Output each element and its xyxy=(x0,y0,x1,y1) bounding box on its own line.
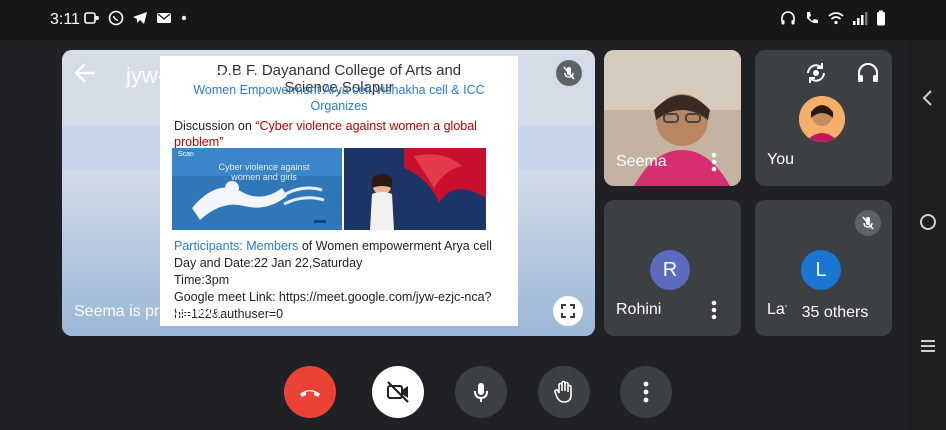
gmail-icon xyxy=(156,10,172,30)
signal-icon xyxy=(852,10,868,30)
slide-participants-line: Participants: Members of Women empowerme… xyxy=(174,238,510,255)
slide-image-brand: Scan xyxy=(178,151,194,158)
participant-tile-rohini[interactable]: R Rohini xyxy=(604,200,741,336)
avatar-laxmi: L xyxy=(801,250,841,290)
screen-record-icon xyxy=(84,10,100,30)
nav-recents-icon[interactable] xyxy=(918,336,938,356)
videocam-off-icon xyxy=(387,381,409,403)
meeting-code: jyw-ezjc-nca xyxy=(126,63,248,88)
headphones-icon xyxy=(780,10,796,30)
battery-icon xyxy=(876,10,886,30)
call-end-icon xyxy=(300,390,320,397)
participant-tile-you[interactable]: You xyxy=(755,50,892,186)
presenting-label: Seema is presenting xyxy=(74,303,220,320)
participant-muted-indicator xyxy=(855,210,881,236)
participant-name-seema: Seema xyxy=(616,153,667,170)
nav-back-icon[interactable] xyxy=(918,88,938,108)
telegram-icon xyxy=(132,10,148,30)
slide-image-caption: Cyber violence against women and girls xyxy=(218,162,310,182)
more-vert-icon xyxy=(643,381,649,403)
back-arrow-icon[interactable] xyxy=(72,60,98,86)
hand-icon xyxy=(554,380,572,403)
call-forward-icon xyxy=(804,10,820,30)
fullscreen-button[interactable] xyxy=(553,296,583,326)
end-call-button[interactable] xyxy=(284,366,336,418)
status-time: 3:11 xyxy=(50,11,80,28)
status-bar: 3:11 xyxy=(0,0,946,40)
meeting-code-button[interactable]: jyw-ezjc-nca ▸ xyxy=(126,63,260,90)
fullscreen-icon xyxy=(561,304,575,318)
presentation-tile[interactable]: D.B.F. Dayanand College of Arts and Scie… xyxy=(62,50,595,336)
slide-details: Participants: Members of Women empowerme… xyxy=(174,238,510,323)
presenter-muted-indicator xyxy=(556,60,582,86)
slide-date-line: Day and Date:22 Jan 22,Saturday xyxy=(174,256,363,270)
audio-output-icon[interactable] xyxy=(855,60,881,86)
avatar-laxmi-initial: L xyxy=(815,258,827,281)
others-label: 35 others xyxy=(801,304,869,321)
slide-discussion: Discussion on “Cyber violence against wo… xyxy=(174,118,510,150)
avatar-rohini: R xyxy=(650,250,690,290)
screen: 3:11 D.B.F. Dayanand College of Arts and… xyxy=(0,0,946,430)
slide-participants-prefix: Participants: Members xyxy=(174,239,299,253)
others-button[interactable]: 35 others xyxy=(785,297,885,329)
switch-camera-icon[interactable] xyxy=(803,60,829,86)
meet-app: D.B.F. Dayanand College of Arts and Scie… xyxy=(0,40,910,430)
nav-home-icon[interactable] xyxy=(918,212,938,232)
slide-link-line: Google meet Link: https://meet.google.co… xyxy=(174,290,492,321)
system-navigation-bar xyxy=(910,40,946,430)
chevron-right-icon: ▸ xyxy=(253,69,261,86)
raise-hand-button[interactable] xyxy=(538,366,590,418)
more-vert-icon[interactable] xyxy=(704,298,724,322)
mic-off-icon xyxy=(862,216,874,230)
slide-time-line: Time:3pm xyxy=(174,273,230,287)
participant-name-rohini: Rohini xyxy=(616,301,662,318)
wifi-icon xyxy=(828,10,844,30)
call-controls xyxy=(0,360,910,430)
more-options-button[interactable] xyxy=(620,366,672,418)
participant-name-you: You xyxy=(767,151,794,168)
avatar-rohini-initial: R xyxy=(662,258,678,281)
microphone-button[interactable] xyxy=(455,366,507,418)
status-left-icons xyxy=(84,10,188,30)
slide-image-woman xyxy=(344,148,486,230)
avatar-you xyxy=(799,96,845,142)
participant-tile-seema[interactable]: Seema xyxy=(604,50,741,186)
more-vert-icon[interactable] xyxy=(704,150,724,174)
shared-slide: D.B.F. Dayanand College of Arts and Scie… xyxy=(160,56,518,326)
slide-discussion-prefix: Discussion on xyxy=(174,119,256,133)
camera-toggle-button[interactable] xyxy=(372,366,424,418)
slide-image-cyber-violence: Cyber violence against women and girls S… xyxy=(172,148,342,230)
slide-participants-rest: of Women empowerment Arya cell xyxy=(298,239,492,253)
mic-off-icon xyxy=(563,66,575,80)
dot-icon xyxy=(180,10,188,30)
status-right-icons xyxy=(780,10,886,30)
whatsapp-icon xyxy=(108,10,124,30)
mic-icon xyxy=(474,383,488,402)
